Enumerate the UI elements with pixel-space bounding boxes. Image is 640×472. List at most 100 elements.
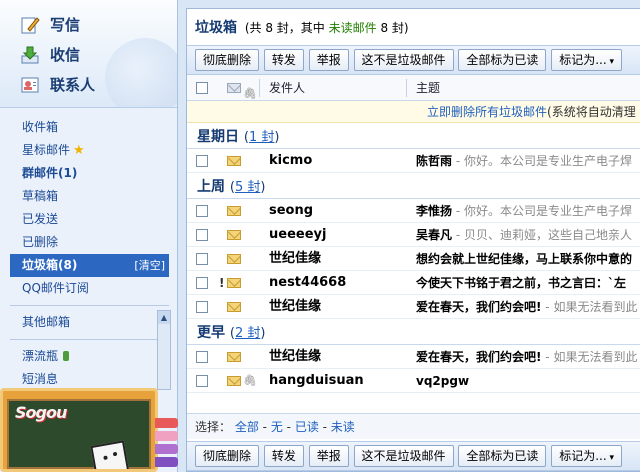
unread-mail-link[interactable]: 未读邮件 <box>329 21 377 35</box>
row-subject[interactable]: 爱在春天，我们约会吧! - 如果无法看到此 <box>416 345 637 369</box>
row-checkbox[interactable] <box>196 253 208 265</box>
unread-envelope-icon <box>227 352 241 362</box>
forward-button[interactable]: 转发 <box>263 49 304 71</box>
pencil-icon <box>20 15 40 35</box>
not-spam-button[interactable]: 这不是垃圾邮件 <box>353 49 454 71</box>
scroll-up-arrow-icon[interactable]: ▲ <box>158 311 170 324</box>
date-group-header: 星期日 (1 封) <box>187 123 640 149</box>
row-checkbox[interactable] <box>196 375 208 387</box>
row-subject[interactable]: 爱在春天，我们约会吧! - 如果无法看到此 <box>416 295 637 319</box>
folder-header: 垃圾箱 (共 8 封，其中 未读邮件 8 封) <box>187 9 640 45</box>
date-group-count-link[interactable]: 5 封 <box>235 180 260 195</box>
delete-forever-button[interactable]: 彻底删除 <box>195 445 260 467</box>
mark-as-dropdown[interactable]: 标记为... <box>551 445 623 467</box>
select-none-link[interactable]: 无 <box>271 420 283 434</box>
folder-group-mail[interactable]: 群邮件(1) <box>0 162 177 185</box>
skin-tab-pink[interactable] <box>155 431 178 441</box>
not-spam-button[interactable]: 这不是垃圾邮件 <box>353 445 454 467</box>
row-subject-title: 李惟扬 <box>416 204 453 218</box>
sidebar-divider <box>10 339 169 340</box>
folder-drift-bottle[interactable]: 漂流瓶 <box>0 345 177 368</box>
mail-row[interactable]: kicmo 陈哲雨 - 你好。本公司是专业生产电子焊 <box>187 149 640 173</box>
row-subject-preview: - 贝贝、迪莉娅，这些自己地亲人 <box>452 228 632 242</box>
folder-inbox[interactable]: 收件箱 <box>0 116 177 139</box>
mail-row[interactable]: ueeeeyj 吴春凡 - 贝贝、迪莉娅，这些自己地亲人 <box>187 223 640 247</box>
row-subject[interactable]: 想约会就上世纪佳缘，马上联系你中意的 <box>416 247 632 271</box>
delete-all-spam-link[interactable]: 立即删除所有垃圾邮件 <box>427 105 547 119</box>
row-subject[interactable]: 陈哲雨 - 你好。本公司是专业生产电子焊 <box>416 149 632 173</box>
select-all-link[interactable]: 全部 <box>235 420 259 434</box>
cleanup-note: (系统将自动清理 <box>547 105 636 119</box>
subject-column-header[interactable]: 主题 <box>416 75 440 101</box>
forward-button[interactable]: 转发 <box>263 445 304 467</box>
row-subject-title: 爱在春天，我们约会吧! <box>416 350 542 364</box>
mail-groups: 星期日 (1 封) kicmo 陈哲雨 - 你好。本公司是专业生产电子焊上周 (5 … <box>187 123 640 393</box>
row-subject[interactable]: vq2pgw <box>416 369 469 393</box>
row-checkbox[interactable] <box>196 277 208 289</box>
folder-sent-label: 已发送 <box>22 212 59 226</box>
mail-row[interactable]: 世纪佳缘 想约会就上世纪佳缘，马上联系你中意的 <box>187 247 640 271</box>
contacts-button[interactable]: 联系人 <box>20 74 95 95</box>
folder-qq-subscription[interactable]: QQ邮件订阅 <box>0 277 177 300</box>
compose-button[interactable]: 写信 <box>20 14 80 35</box>
unread-envelope-icon <box>227 254 241 264</box>
row-checkbox[interactable] <box>196 301 208 313</box>
date-group-count-link[interactable]: 2 封 <box>235 326 260 341</box>
sogou-skin-tabs[interactable] <box>155 418 178 472</box>
date-group-count-link[interactable]: 1 封 <box>249 130 274 145</box>
folder-drafts[interactable]: 草稿箱 <box>0 185 177 208</box>
sidebar-scrollbar[interactable]: ▲ <box>157 310 171 390</box>
inbox-button[interactable]: 收信 <box>20 44 80 65</box>
date-group-count: (5 封) <box>229 180 266 195</box>
folder-sms-label: 短消息 <box>22 372 59 386</box>
mail-row[interactable]: 世纪佳缘 爱在春天，我们约会吧! - 如果无法看到此 <box>187 345 640 369</box>
row-checkbox[interactable] <box>196 205 208 217</box>
report-button[interactable]: 举报 <box>308 445 349 467</box>
mail-row[interactable]: seong 李惟扬 - 你好。本公司是专业生产电子焊 <box>187 199 640 223</box>
skin-tab-violet[interactable] <box>155 457 178 467</box>
date-group-count: (2 封) <box>229 326 266 341</box>
select-read-link[interactable]: 已读 <box>295 420 319 434</box>
row-sender: 世纪佳缘 <box>269 251 322 266</box>
mail-row[interactable]: ! nest44668 今使天下书铭于君之前，书之言曰：`左 <box>187 271 640 295</box>
envelope-icon <box>227 83 241 93</box>
row-subject[interactable]: 李惟扬 - 你好。本公司是专业生产电子焊 <box>416 199 632 223</box>
row-checkbox[interactable] <box>196 351 208 363</box>
sogou-widget[interactable]: Sogou <box>0 388 158 472</box>
row-checkbox[interactable] <box>196 229 208 241</box>
skin-tab-red[interactable] <box>155 418 178 428</box>
folder-starred-label: 星标邮件 <box>22 143 71 157</box>
row-subject[interactable]: 吴春凡 - 贝贝、迪莉娅，这些自己地亲人 <box>416 223 632 247</box>
date-group-label: 更早 <box>197 325 225 341</box>
folder-other-mailboxes[interactable]: 其他邮箱 <box>0 311 177 334</box>
row-subject[interactable]: 今使天下书铭于君之前，书之言曰：`左 <box>416 271 626 295</box>
clear-spam-link[interactable]: [清空] <box>134 254 165 277</box>
sidebar-divider <box>10 305 169 306</box>
select-all-checkbox[interactable] <box>196 82 208 94</box>
mark-as-dropdown[interactable]: 标记为... <box>551 49 623 71</box>
mark-all-read-button[interactable]: 全部标为已读 <box>458 445 547 467</box>
row-sender: 世纪佳缘 <box>269 299 322 314</box>
qq-penguin-decoration-icon <box>105 38 177 107</box>
folder-other-label: 其他邮箱 <box>22 315 71 329</box>
select-unread-link[interactable]: 未读 <box>331 420 355 434</box>
folder-spam[interactable]: 垃圾箱(8) [清空] <box>10 254 169 277</box>
skin-tab-purple[interactable] <box>155 444 178 454</box>
unread-envelope-icon <box>227 230 241 240</box>
date-group-label: 上周 <box>197 179 225 195</box>
report-button[interactable]: 举报 <box>308 49 349 71</box>
sogou-logo: Sogou <box>15 403 67 422</box>
folder-sent[interactable]: 已发送 <box>0 208 177 231</box>
delete-forever-button[interactable]: 彻底删除 <box>195 49 260 71</box>
sender-column-header[interactable]: 发件人 <box>269 75 305 101</box>
row-subject-preview: - 如果无法看到此 <box>541 350 638 364</box>
mail-row[interactable]: 🖇 hangduisuan vq2pgw <box>187 369 640 393</box>
mail-row[interactable]: 世纪佳缘 爱在春天，我们约会吧! - 如果无法看到此 <box>187 295 640 319</box>
folder-deleted-label: 已删除 <box>22 235 59 249</box>
mark-all-read-button[interactable]: 全部标为已读 <box>458 49 547 71</box>
folder-deleted[interactable]: 已删除 <box>0 231 177 254</box>
folder-bottle-label: 漂流瓶 <box>22 349 59 363</box>
row-checkbox[interactable] <box>196 155 208 167</box>
folder-drafts-label: 草稿箱 <box>22 189 59 203</box>
folder-starred[interactable]: 星标邮件 ★ <box>0 139 177 162</box>
